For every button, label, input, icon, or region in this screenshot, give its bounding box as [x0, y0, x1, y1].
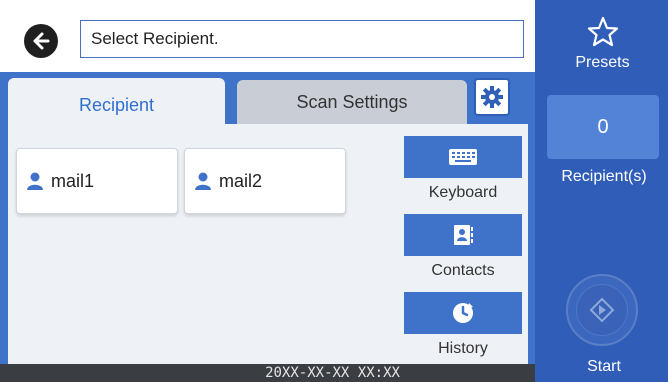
back-button[interactable] — [24, 24, 58, 58]
status-bar: 20XX-XX-XX XX:XX — [0, 364, 535, 382]
recipient-card[interactable]: mail1 — [16, 148, 178, 214]
contacts-icon — [454, 225, 473, 245]
recipient-card-label: mail1 — [51, 170, 95, 191]
start-button[interactable] — [566, 274, 638, 346]
recipient-card[interactable]: mail2 — [184, 148, 346, 214]
presets-button[interactable]: Presets — [545, 16, 660, 82]
settings-button[interactable] — [474, 78, 510, 116]
person-icon — [25, 171, 45, 191]
recipient-input-text: Select Recipient. — [91, 29, 219, 48]
gear-icon — [481, 86, 503, 108]
header: Select Recipient. — [0, 0, 535, 72]
contacts-button-face — [404, 214, 522, 256]
start-label: Start — [587, 358, 621, 375]
history-button-face — [404, 292, 522, 334]
presets-label: Presets — [575, 54, 630, 71]
keyboard-button-face — [404, 136, 522, 178]
scan-to-email-screen: Select Recipient. Recipient Scan Setting… — [0, 0, 668, 382]
recipient-count: 0 — [597, 115, 609, 138]
start-diamond-icon — [589, 297, 615, 323]
history-label: History — [438, 340, 488, 357]
keyboard-button[interactable]: Keyboard — [404, 136, 522, 202]
history-button[interactable]: History — [404, 292, 522, 358]
star-icon — [587, 16, 618, 47]
keyboard-label: Keyboard — [428, 184, 498, 201]
recipient-card-label: mail2 — [219, 170, 263, 191]
contacts-button[interactable]: Contacts — [404, 214, 522, 280]
tab-recipient-label: Recipient — [78, 94, 155, 115]
person-icon — [193, 171, 213, 191]
start-button-inner — [576, 284, 628, 336]
arrow-left-icon — [33, 32, 50, 50]
keyboard-icon — [449, 149, 477, 165]
recipient-input[interactable]: Select Recipient. — [80, 20, 524, 58]
tab-scan-settings-label: Scan Settings — [296, 91, 408, 112]
status-datetime: 20XX-XX-XX XX:XX — [265, 365, 400, 381]
tab-scan-settings[interactable]: Scan Settings — [237, 80, 467, 124]
history-icon — [453, 303, 473, 323]
recipient-count-label: Recipient(s) — [561, 168, 647, 185]
contacts-label: Contacts — [431, 262, 495, 279]
recipient-count-box[interactable]: 0 — [547, 95, 659, 159]
